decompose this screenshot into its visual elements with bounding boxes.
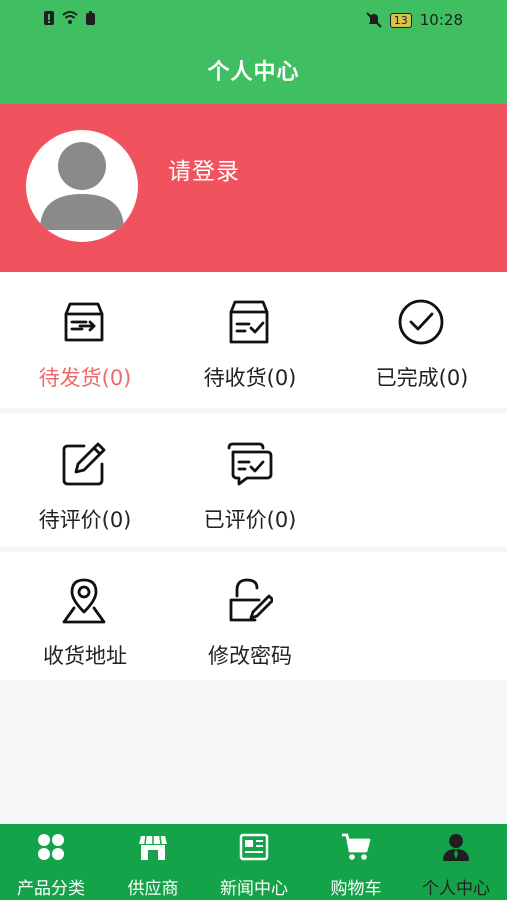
pending-review-label: 待评价(0): [38, 508, 132, 532]
tab-label: 供应商: [127, 879, 179, 899]
tab-label: 个人中心: [422, 879, 490, 899]
tab-supplier[interactable]: 供应商: [102, 824, 204, 900]
change-password-label: 修改密码: [208, 644, 292, 668]
grid-icon: [38, 834, 64, 860]
orders-section: 待发货(0) 待收货(0) 已完成(0): [0, 272, 507, 408]
shipping-address-item[interactable]: 收货地址: [0, 558, 170, 678]
reviews-section: 待评价(0) 已评价(0): [0, 414, 507, 546]
bottom-tab-bar: 产品分类 供应商 新闻中心 购物车 个人中心: [0, 824, 507, 900]
pending-shipment-label: 待发货(0): [38, 366, 132, 390]
chat-check-icon: [227, 442, 273, 486]
inbox-check-icon: [229, 300, 269, 344]
pending-receipt-item[interactable]: 待收货(0): [165, 280, 335, 400]
battery-indicator: 13: [389, 12, 412, 28]
tab-cart[interactable]: 购物车: [305, 824, 407, 900]
battery-small-icon: [86, 11, 95, 25]
header: 个人中心: [0, 38, 507, 104]
cart-icon: [342, 833, 371, 860]
reviewed-label: 已评价(0): [203, 508, 297, 532]
pending-shipment-item[interactable]: 待发货(0): [0, 280, 170, 400]
mute-bell-icon: [366, 12, 382, 28]
user-icon: [443, 834, 469, 861]
store-icon: [139, 835, 167, 860]
completed-label: 已完成(0): [375, 366, 469, 390]
shipping-address-label: 收货地址: [43, 644, 127, 668]
sim-icon: [44, 11, 54, 25]
check-circle-icon: [398, 299, 444, 345]
status-left-icons: [44, 11, 95, 25]
pending-review-item[interactable]: 待评价(0): [0, 422, 170, 542]
settings-section: 收货地址 修改密码: [0, 552, 507, 680]
status-bar: 13 10:28: [0, 0, 507, 38]
news-icon: [239, 833, 269, 861]
tab-label: 购物车: [330, 879, 382, 899]
outbox-icon: [64, 302, 104, 342]
clock: 10:28: [419, 11, 463, 29]
login-link[interactable]: 请登录: [168, 152, 240, 186]
completed-item[interactable]: 已完成(0): [337, 280, 507, 400]
tab-news-center[interactable]: 新闻中心: [203, 824, 305, 900]
tab-label: 产品分类: [17, 879, 85, 899]
tab-label: 新闻中心: [220, 879, 288, 899]
profile-banner: 请登录: [0, 104, 507, 272]
edit-icon: [62, 442, 106, 486]
page-title: 个人中心: [207, 60, 300, 85]
location-icon: [62, 578, 106, 624]
tab-product-category[interactable]: 产品分类: [0, 824, 102, 900]
lock-edit-icon: [229, 578, 273, 622]
wifi-icon: [62, 11, 78, 24]
tab-personal-center[interactable]: 个人中心: [405, 824, 507, 900]
reviewed-item[interactable]: 已评价(0): [165, 422, 335, 542]
status-right: 13 10:28: [366, 11, 463, 29]
pending-receipt-label: 待收货(0): [203, 366, 297, 390]
default-avatar-icon: [40, 142, 124, 230]
change-password-item[interactable]: 修改密码: [165, 558, 335, 678]
avatar[interactable]: [26, 130, 138, 242]
